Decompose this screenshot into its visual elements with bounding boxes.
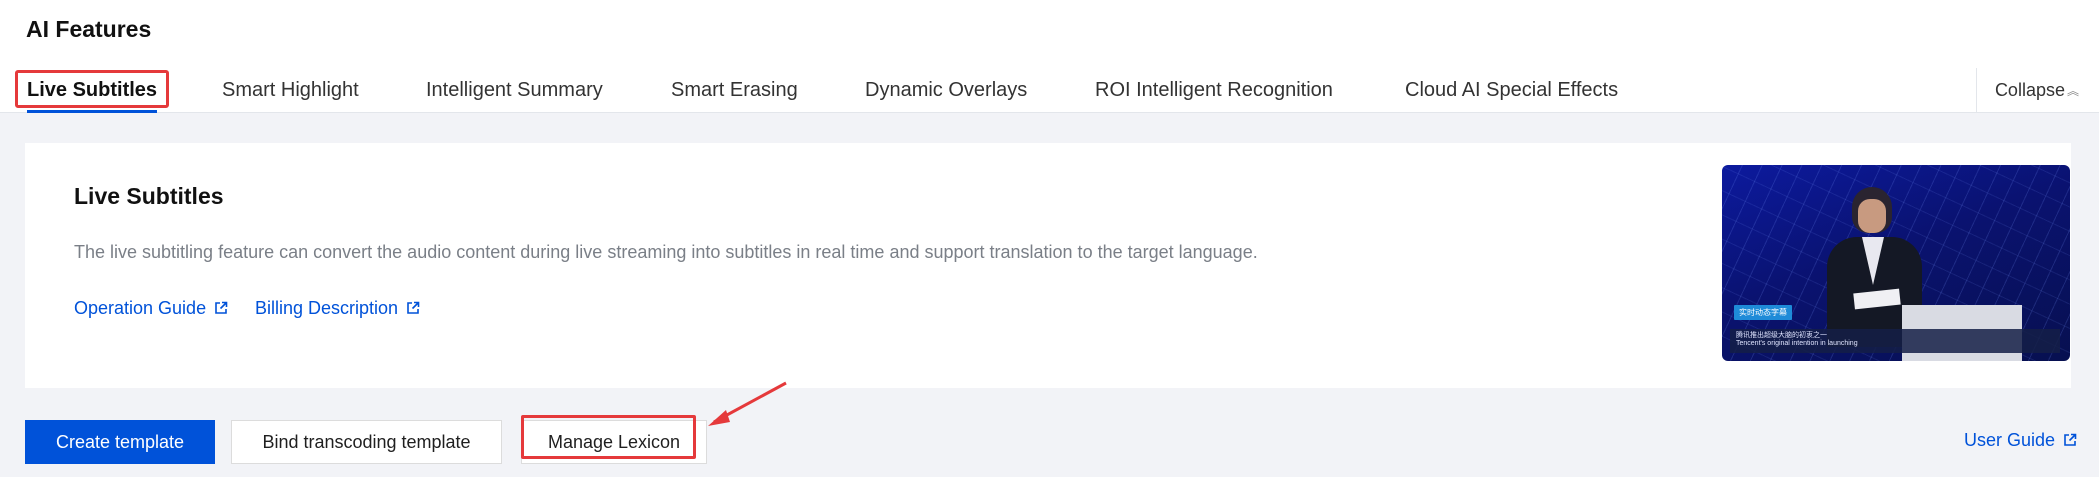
billing-description-link[interactable]: Billing Description [255,298,420,319]
create-template-button[interactable]: Create template [25,420,215,464]
subtitle-line-zh: 腾讯推出超级大脑的初衷之一 [1736,332,1827,339]
billing-description-label: Billing Description [255,298,399,318]
user-guide-label: User Guide [1963,430,2055,450]
tab-intelligent-summary[interactable]: Intelligent Summary [426,68,603,112]
external-link-icon [2064,433,2077,446]
tab-smart-erasing[interactable]: Smart Erasing [671,68,798,112]
subtitle-tag: 实时动态字幕 [1734,305,1792,320]
external-link-icon [407,301,420,314]
tab-cloud-ai-special-effects[interactable]: Cloud AI Special Effects [1405,68,1618,112]
operation-guide-label: Operation Guide [74,298,207,318]
speaker-face [1858,199,1886,233]
collapse-button[interactable]: Collapse ︽ [1975,68,2079,112]
bind-transcoding-template-button[interactable]: Bind transcoding template [231,420,502,464]
collapse-label: Collapse [1994,80,2065,100]
page-title: AI Features [26,16,152,42]
chevron-up-icon: ︽ [2066,84,2079,98]
operation-guide-link[interactable]: Operation Guide [74,298,228,319]
user-guide-link[interactable]: User Guide [1964,430,2077,451]
subtitle-line-en: Tencent's original intention in launchin… [1736,340,1858,347]
tab-roi-intelligent-recognition[interactable]: ROI Intelligent Recognition [1095,68,1333,112]
manage-lexicon-button[interactable]: Manage Lexicon [521,420,707,464]
tab-smart-highlight[interactable]: Smart Highlight [222,68,359,112]
header: AI Features Live Subtitles Smart Highlig… [0,0,2099,113]
active-tab-annotation-box [15,70,169,108]
feature-tabs: Live Subtitles Smart Highlight Intellige… [0,68,2099,113]
feature-card: Live Subtitles The live subtitling featu… [25,143,2071,388]
tab-dynamic-overlays[interactable]: Dynamic Overlays [865,68,1027,112]
external-link-icon [215,301,228,314]
feature-title: Live Subtitles [74,183,224,209]
feature-preview-image: 实时动态字幕 腾讯推出超级大脑的初衷之一 Tencent's original … [1722,165,2070,361]
feature-description: The live subtitling feature can convert … [74,242,1258,262]
annotation-arrow-icon [708,381,787,426]
